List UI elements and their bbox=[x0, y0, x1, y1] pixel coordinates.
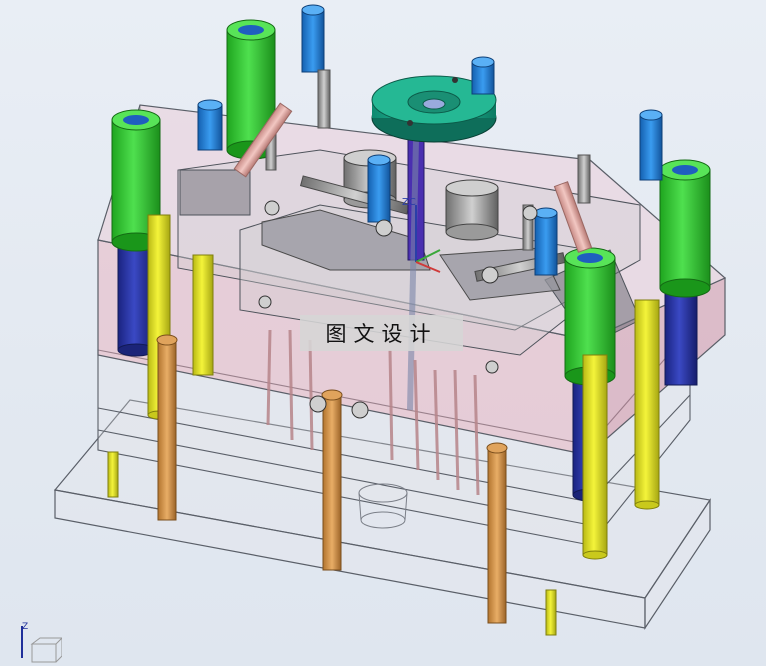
view-triad-icon[interactable] bbox=[12, 618, 62, 666]
watermark-label: 图文设计 bbox=[300, 315, 463, 351]
triad-z-label: Z bbox=[22, 622, 29, 632]
datum-axis-label: ZC bbox=[402, 197, 416, 208]
cavity-cup-right bbox=[445, 179, 499, 241]
cad-3d-viewport[interactable]: ZC 图文设计 Z bbox=[0, 0, 766, 666]
